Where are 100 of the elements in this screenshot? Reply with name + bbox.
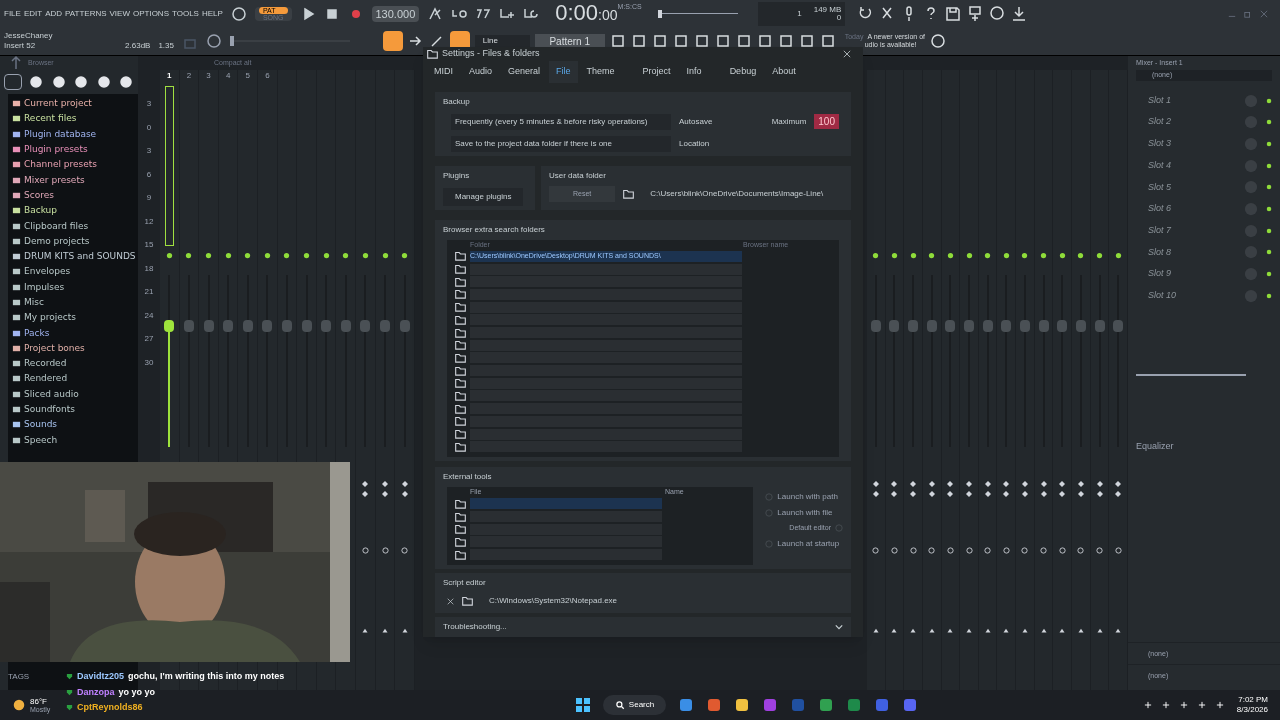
menu-item[interactable]: TOOLS <box>172 7 199 20</box>
route-arrow-icon[interactable] <box>910 628 917 633</box>
folder-icon[interactable] <box>455 352 466 363</box>
browser-item[interactable]: Packs <box>24 328 50 338</box>
settings-tab[interactable]: File <box>549 61 578 83</box>
effect-slot[interactable]: Slot 9 <box>1136 267 1236 281</box>
pan-knob[interactable] <box>263 252 271 259</box>
effect-slot[interactable]: Slot 4 <box>1136 158 1236 173</box>
effect-slot[interactable]: Slot 7 <box>1136 223 1236 238</box>
folder-icon[interactable] <box>427 48 438 59</box>
pan-knob[interactable] <box>1040 252 1048 259</box>
taskbar-app-icon[interactable] <box>706 697 723 713</box>
record-arm-icon[interactable] <box>1021 547 1029 554</box>
record-arm-icon[interactable] <box>965 547 973 554</box>
browser-item[interactable]: Soundfonts <box>24 405 75 415</box>
folder-icon[interactable] <box>455 511 466 522</box>
chat-username[interactable]: CptReynolds86 <box>77 701 143 715</box>
record-arm-icon[interactable] <box>909 547 917 554</box>
menu-item[interactable]: OPTIONS <box>132 7 169 20</box>
browser-item[interactable]: Demo projects <box>24 236 90 246</box>
record-arm-icon[interactable] <box>984 547 992 554</box>
piano-roll-button[interactable] <box>382 31 403 52</box>
record-arm-icon[interactable] <box>1114 547 1122 554</box>
folder-icon[interactable] <box>623 188 635 199</box>
pan-knob[interactable] <box>872 252 880 259</box>
menu-item[interactable]: HELP <box>201 7 223 20</box>
record-arm-icon[interactable] <box>1002 547 1010 554</box>
search-field[interactable]: Search <box>602 695 667 715</box>
enable-led[interactable] <box>1266 249 1272 256</box>
record-arm-icon[interactable] <box>1058 547 1066 554</box>
folder-icon[interactable] <box>455 498 466 509</box>
route-arrow-icon[interactable] <box>947 628 954 633</box>
browser-item[interactable]: Recent files <box>24 114 77 124</box>
pan-knob[interactable] <box>165 252 173 259</box>
menu-item[interactable]: PATTERNS <box>65 7 107 20</box>
menu-item[interactable]: FILE <box>4 7 21 20</box>
route-arrow-icon[interactable] <box>1003 628 1010 633</box>
pan-knob[interactable] <box>1114 252 1122 259</box>
settings-tab[interactable]: About <box>765 61 803 83</box>
chat-username[interactable]: Danzopa <box>77 685 115 699</box>
metronome-icon[interactable] <box>427 5 444 22</box>
pan-knob[interactable] <box>185 252 193 259</box>
effect-slot[interactable]: Slot 3 <box>1136 137 1236 151</box>
route-arrow-icon[interactable] <box>928 628 935 633</box>
record-arm-icon[interactable] <box>890 547 898 554</box>
enable-led[interactable] <box>1266 227 1272 234</box>
folder-icon[interactable] <box>455 549 466 560</box>
enable-led[interactable] <box>1266 292 1272 299</box>
taskbar-app-icon[interactable] <box>818 697 835 713</box>
browser-item[interactable]: Current project <box>24 99 92 109</box>
route-arrow-icon[interactable] <box>966 628 972 633</box>
folder-icon[interactable] <box>455 340 466 351</box>
settings-tab[interactable]: Theme <box>579 61 622 83</box>
folder-icon[interactable] <box>455 276 466 287</box>
browser-item[interactable]: Impulses <box>24 282 65 292</box>
download-icon[interactable] <box>1011 5 1028 22</box>
track-number[interactable]: 2 <box>186 70 192 82</box>
tempo-field[interactable]: 130.000 <box>371 5 420 22</box>
pan-knob[interactable] <box>1077 252 1085 259</box>
browser-item[interactable]: Sounds <box>24 420 58 430</box>
pan-knob[interactable] <box>1096 252 1103 259</box>
enable-led[interactable] <box>1266 271 1272 277</box>
pan-knob[interactable] <box>303 252 311 259</box>
enable-led[interactable] <box>1266 140 1272 147</box>
enable-led[interactable] <box>1266 162 1272 169</box>
taskbar-app-icon[interactable] <box>734 697 751 713</box>
save-as-icon[interactable] <box>967 5 984 22</box>
settings-tab[interactable]: Project <box>635 61 678 83</box>
settings-tab[interactable]: General <box>501 61 548 83</box>
browser-item[interactable]: Channel presets <box>24 160 97 170</box>
dropdown[interactable]: Frequently (every 5 minutes & before risky operations) <box>451 113 671 130</box>
start-icon[interactable] <box>574 697 591 713</box>
record-arm-icon[interactable] <box>872 547 880 554</box>
track-number[interactable]: 1 <box>167 70 172 82</box>
record-arm-icon[interactable] <box>1077 547 1085 554</box>
folder-icon[interactable] <box>455 251 466 262</box>
knob-icon[interactable] <box>206 33 222 50</box>
track-number[interactable]: 3 <box>206 70 211 82</box>
route-arrow-icon[interactable] <box>1040 628 1047 633</box>
folder-icon[interactable] <box>455 403 466 414</box>
pan-knob[interactable] <box>909 252 917 259</box>
record-arm-icon[interactable] <box>1096 547 1103 554</box>
folder-icon[interactable] <box>455 264 466 275</box>
effect-slot[interactable]: Slot 5 <box>1136 180 1236 194</box>
pan-knob[interactable] <box>283 252 291 259</box>
enable-led[interactable] <box>1266 184 1272 191</box>
browser-item[interactable]: Plugin database <box>24 129 97 139</box>
route-arrow-icon[interactable] <box>362 628 369 633</box>
all-filter-button[interactable] <box>4 74 22 90</box>
browser-item[interactable]: My projects <box>24 313 76 323</box>
pan-knob[interactable] <box>1021 252 1029 259</box>
chevron-icon[interactable] <box>835 623 843 631</box>
folder-icon[interactable] <box>455 536 466 547</box>
pan-knob[interactable] <box>381 252 389 259</box>
record-arm-icon[interactable] <box>946 547 954 554</box>
settings-tab[interactable]: Audio <box>462 61 500 83</box>
browser-item[interactable]: Recorded <box>24 359 67 369</box>
pan-knob[interactable] <box>984 252 992 259</box>
volume-fader[interactable] <box>164 320 175 332</box>
effect-slot[interactable]: Slot 1 <box>1136 93 1236 108</box>
